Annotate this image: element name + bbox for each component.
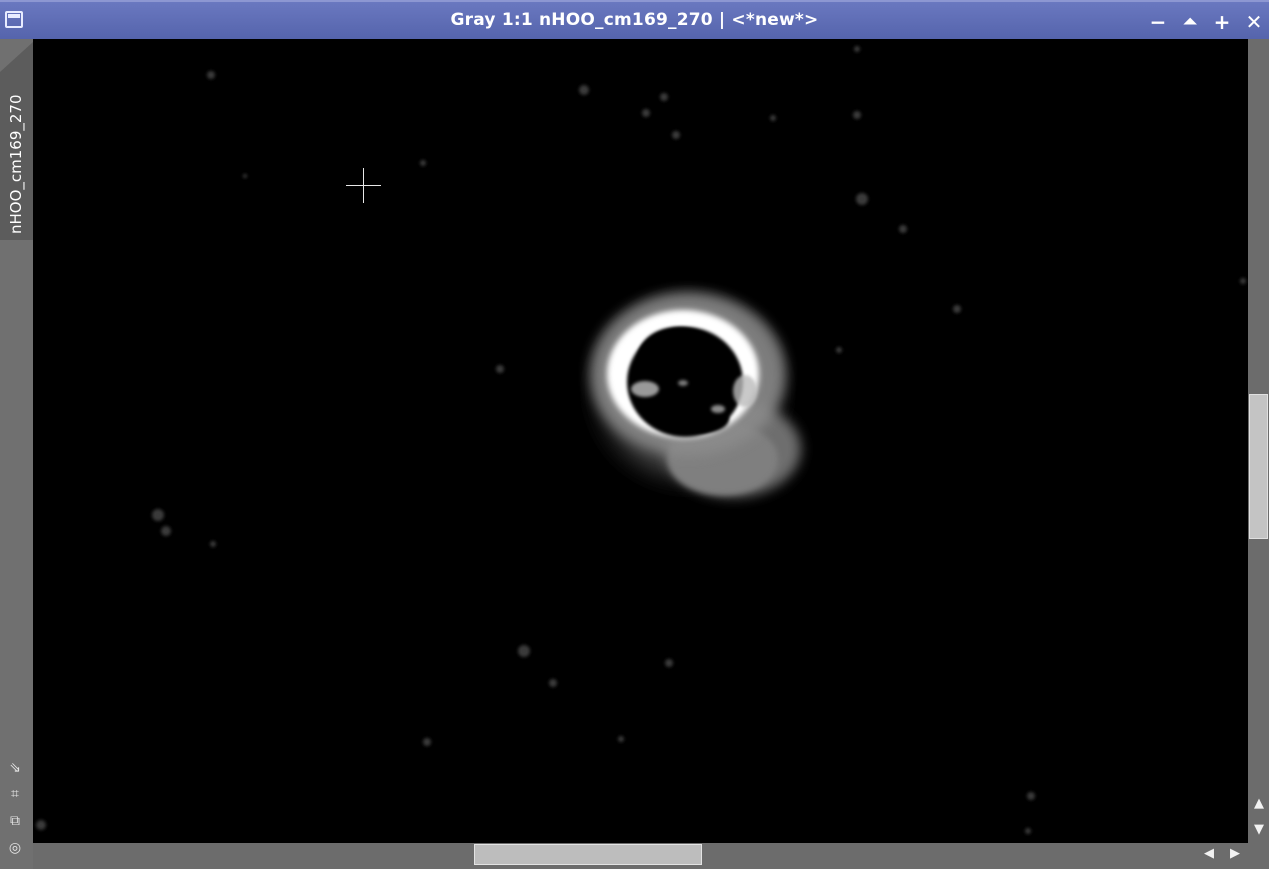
scroll-up-icon[interactable]: ▲ xyxy=(1252,797,1266,811)
shade-button[interactable]: ⏶ xyxy=(1179,11,1201,33)
nebula xyxy=(576,281,801,501)
astro-image xyxy=(33,39,1248,843)
vertical-scrollbar-thumb[interactable] xyxy=(1249,394,1268,539)
crop-icon[interactable]: ⌗ xyxy=(7,786,23,802)
minimize-button[interactable]: − xyxy=(1147,11,1169,33)
window-title: Gray 1:1 nHOO_cm169_270 | <*new*> xyxy=(450,10,819,30)
scroll-right-icon[interactable]: ▶ xyxy=(1228,847,1242,861)
close-button[interactable]: ✕ xyxy=(1243,11,1265,33)
window-titlebar[interactable]: Gray 1:1 nHOO_cm169_270 | <*new*> − ⏶ + … xyxy=(0,0,1269,39)
maximize-button[interactable]: + xyxy=(1211,11,1233,33)
scroll-down-icon[interactable]: ▼ xyxy=(1252,823,1266,837)
zoom-fit-icon[interactable]: ⇘ xyxy=(7,760,23,776)
horizontal-scrollbar-thumb[interactable] xyxy=(474,844,702,865)
scroll-left-icon[interactable]: ◀ xyxy=(1202,847,1216,861)
crosshair-cursor-icon xyxy=(346,168,381,203)
identifier-tab-label: nHOO_cm169_270 xyxy=(7,94,25,234)
clone-icon[interactable]: ⧉ xyxy=(7,813,23,829)
image-viewport[interactable] xyxy=(33,39,1248,843)
target-icon[interactable]: ◎ xyxy=(7,840,23,856)
